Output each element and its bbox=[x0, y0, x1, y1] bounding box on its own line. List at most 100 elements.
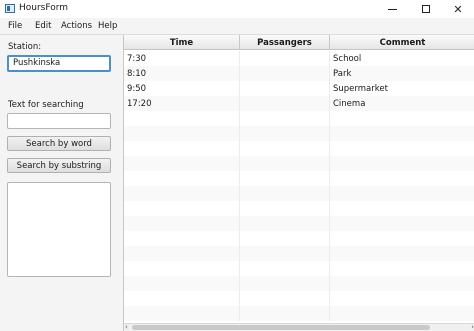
cell-comment[interactable] bbox=[330, 246, 474, 261]
cell-comment[interactable] bbox=[330, 111, 474, 126]
column-header-time[interactable]: Time bbox=[124, 35, 240, 50]
cell-comment[interactable] bbox=[330, 141, 474, 156]
cell-comment[interactable]: Park bbox=[330, 66, 474, 81]
cell-passengers[interactable] bbox=[240, 261, 330, 276]
cell-time[interactable] bbox=[124, 276, 240, 291]
column-header-comment[interactable]: Comment bbox=[330, 35, 474, 50]
cell-time[interactable] bbox=[124, 201, 240, 216]
cell-comment[interactable]: Cinema bbox=[330, 96, 474, 111]
close-button[interactable]: ✕ bbox=[442, 0, 474, 18]
cell-time[interactable]: 17:20 bbox=[124, 96, 240, 111]
cell-time[interactable] bbox=[124, 111, 240, 126]
minimize-button[interactable] bbox=[376, 0, 408, 18]
cell-comment[interactable] bbox=[330, 291, 474, 306]
table-row[interactable] bbox=[124, 246, 474, 261]
maximize-button[interactable] bbox=[410, 0, 442, 18]
table-row[interactable] bbox=[124, 261, 474, 276]
cell-passengers[interactable] bbox=[240, 81, 330, 96]
table-row[interactable] bbox=[124, 186, 474, 201]
cell-time[interactable] bbox=[124, 291, 240, 306]
cell-time[interactable] bbox=[124, 306, 240, 321]
table-row[interactable]: 9:50 Supermarket bbox=[124, 81, 474, 96]
cell-comment[interactable] bbox=[330, 306, 474, 321]
cell-passengers[interactable] bbox=[240, 156, 330, 171]
scroll-thumb[interactable] bbox=[132, 325, 430, 330]
table-row[interactable]: 17:20 Cinema bbox=[124, 96, 474, 111]
table-row[interactable] bbox=[124, 141, 474, 156]
search-input[interactable] bbox=[7, 113, 111, 129]
cell-time[interactable] bbox=[124, 231, 240, 246]
cell-time[interactable]: 8:10 bbox=[124, 66, 240, 81]
table-row[interactable] bbox=[124, 201, 474, 216]
cell-comment[interactable] bbox=[330, 276, 474, 291]
close-icon: ✕ bbox=[453, 2, 463, 16]
cell-time[interactable] bbox=[124, 186, 240, 201]
cell-comment[interactable] bbox=[330, 261, 474, 276]
search-by-word-button[interactable]: Search by word bbox=[7, 136, 111, 151]
column-header-passengers[interactable]: Passangers bbox=[240, 35, 330, 50]
minimize-icon bbox=[387, 8, 397, 10]
cell-comment[interactable] bbox=[330, 171, 474, 186]
table-row[interactable]: 8:10 Park bbox=[124, 66, 474, 81]
cell-comment[interactable]: School bbox=[330, 51, 474, 66]
cell-passengers[interactable] bbox=[240, 201, 330, 216]
window-title: HoursForm bbox=[19, 3, 69, 13]
cell-comment[interactable] bbox=[330, 201, 474, 216]
cell-comment[interactable] bbox=[330, 156, 474, 171]
table-row[interactable] bbox=[124, 291, 474, 306]
horizontal-scrollbar[interactable]: ‹ › bbox=[124, 323, 474, 331]
cell-comment[interactable] bbox=[330, 186, 474, 201]
cell-time[interactable]: 9:50 bbox=[124, 81, 240, 96]
cell-time[interactable] bbox=[124, 171, 240, 186]
cell-passengers[interactable] bbox=[240, 231, 330, 246]
menu-bar: File Edit Actions Help bbox=[0, 18, 474, 35]
table-row[interactable] bbox=[124, 216, 474, 231]
search-by-substring-button[interactable]: Search by substring bbox=[7, 158, 111, 173]
cell-time[interactable] bbox=[124, 156, 240, 171]
results-text-area[interactable] bbox=[7, 182, 111, 277]
title-bar: HoursForm ✕ bbox=[0, 0, 474, 18]
cell-passengers[interactable] bbox=[240, 66, 330, 81]
table-row[interactable] bbox=[124, 306, 474, 321]
menu-edit[interactable]: Edit bbox=[35, 21, 51, 31]
cell-comment[interactable] bbox=[330, 231, 474, 246]
table-row[interactable] bbox=[124, 171, 474, 186]
cell-passengers[interactable] bbox=[240, 276, 330, 291]
table-row[interactable] bbox=[124, 126, 474, 141]
cell-passengers[interactable] bbox=[240, 186, 330, 201]
menu-actions[interactable]: Actions bbox=[61, 21, 92, 31]
cell-comment[interactable]: Supermarket bbox=[330, 81, 474, 96]
menu-file[interactable]: File bbox=[8, 21, 22, 31]
cell-passengers[interactable] bbox=[240, 171, 330, 186]
scroll-left-icon[interactable]: ‹ bbox=[125, 324, 128, 331]
cell-passengers[interactable] bbox=[240, 246, 330, 261]
table-row[interactable] bbox=[124, 156, 474, 171]
cell-time[interactable] bbox=[124, 246, 240, 261]
cell-passengers[interactable] bbox=[240, 51, 330, 66]
cell-comment[interactable] bbox=[330, 216, 474, 231]
table-row[interactable]: 7:30 School bbox=[124, 51, 474, 66]
cell-passengers[interactable] bbox=[240, 141, 330, 156]
cell-passengers[interactable] bbox=[240, 291, 330, 306]
cell-passengers[interactable] bbox=[240, 111, 330, 126]
table-row[interactable] bbox=[124, 111, 474, 126]
maximize-icon bbox=[422, 5, 430, 13]
table-row[interactable] bbox=[124, 276, 474, 291]
cell-time[interactable] bbox=[124, 126, 240, 141]
table-row[interactable] bbox=[124, 231, 474, 246]
cell-passengers[interactable] bbox=[240, 126, 330, 141]
menu-help[interactable]: Help bbox=[98, 21, 117, 31]
cell-time[interactable] bbox=[124, 261, 240, 276]
cell-passengers[interactable] bbox=[240, 216, 330, 231]
cell-comment[interactable] bbox=[330, 126, 474, 141]
station-input[interactable]: Pushkinska bbox=[7, 55, 111, 72]
table-body: 7:30 School 8:10 Park 9:50 Supermarket 17:20 Ci… bbox=[124, 51, 474, 323]
left-panel: Station: Pushkinska Text for searching S… bbox=[0, 35, 123, 331]
app-icon bbox=[5, 4, 15, 13]
cell-passengers[interactable] bbox=[240, 306, 330, 321]
cell-time[interactable]: 7:30 bbox=[124, 51, 240, 66]
cell-passengers[interactable] bbox=[240, 96, 330, 111]
schedule-table[interactable]: Time Passangers Comment 7:30 School 8:10 Pa… bbox=[123, 35, 474, 331]
cell-time[interactable] bbox=[124, 141, 240, 156]
cell-time[interactable] bbox=[124, 216, 240, 231]
